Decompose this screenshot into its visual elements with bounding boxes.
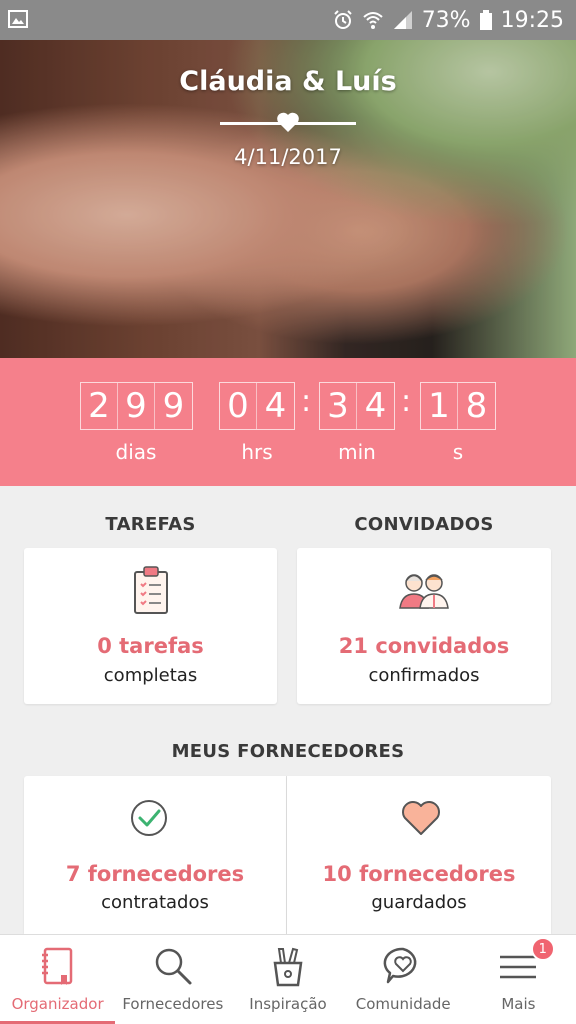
- image-icon: [8, 10, 28, 28]
- countdown-days: 2 9 9: [80, 382, 193, 430]
- signal-icon: [393, 11, 412, 29]
- search-icon: [155, 948, 192, 985]
- nav-label: Fornecedores: [122, 995, 224, 1013]
- pencil-cup-icon: [273, 947, 303, 987]
- countdown-minutes: 3 4: [319, 382, 395, 430]
- tasks-title: TAREFAS: [105, 514, 196, 535]
- wifi-icon: [363, 12, 383, 29]
- heart-icon: [277, 112, 299, 132]
- countdown-hours: 0 4: [219, 382, 295, 430]
- battery-percentage: 73%: [421, 7, 471, 33]
- countdown-seconds: 1 8: [420, 382, 496, 430]
- bottom-navigation: Organizador Fornecedores Inspiração Comu…: [0, 934, 576, 1024]
- nav-inspiracao[interactable]: Inspiração: [230, 935, 345, 1024]
- saved-vendors-card[interactable]: 10 fornecedores guardados: [287, 776, 551, 934]
- saved-vendors-count: 10 fornecedores: [322, 862, 516, 886]
- countdown-separator: :: [301, 384, 312, 419]
- nav-label: Mais: [501, 995, 536, 1013]
- countdown-digit: 3: [320, 383, 357, 429]
- nav-mais[interactable]: 1 Mais: [461, 935, 576, 1024]
- countdown-digit: 4: [364, 386, 387, 426]
- tasks-card[interactable]: 0 tarefas completas: [24, 548, 277, 704]
- countdown-digit: 8: [465, 386, 488, 426]
- countdown-digit: 9: [162, 386, 185, 426]
- nav-fornecedores[interactable]: Fornecedores: [115, 935, 230, 1024]
- nav-comunidade[interactable]: Comunidade: [346, 935, 461, 1024]
- nav-label: Inspiração: [249, 995, 327, 1013]
- countdown-digit: 0: [220, 383, 257, 429]
- alarm-icon: [333, 10, 352, 29]
- countdown-digit: 4: [264, 386, 287, 426]
- guests-icon: [399, 574, 449, 609]
- battery-icon: [479, 10, 492, 30]
- guests-card[interactable]: 21 convidados confirmados: [297, 548, 551, 704]
- check-circle-icon: [131, 800, 167, 836]
- nav-label: Comunidade: [355, 995, 451, 1013]
- countdown-separator: :: [401, 384, 412, 419]
- countdown-digit: 2: [81, 383, 118, 429]
- nav-label: Organizador: [11, 995, 104, 1013]
- vendors-title: MEUS FORNECEDORES: [171, 741, 405, 762]
- heart-icon: [402, 801, 440, 835]
- countdown-label-minutes: min: [338, 440, 376, 464]
- nav-organizador[interactable]: Organizador: [0, 935, 116, 1024]
- chat-heart-icon: [383, 947, 417, 984]
- countdown: 2 9 9 0 4 : 3 4 : 1 8 dias hrs min s: [0, 358, 576, 486]
- hired-vendors-label: contratados: [101, 892, 209, 913]
- countdown-digit: 9: [118, 383, 155, 429]
- hired-vendors-count: 7 fornecedores: [65, 862, 245, 886]
- notebook-icon: [41, 947, 72, 985]
- hired-vendors-card[interactable]: 7 fornecedores contratados: [24, 776, 286, 934]
- guests-title: CONVIDADOS: [354, 514, 494, 535]
- clipboard-icon: [134, 566, 168, 614]
- guests-count: 21 convidados: [338, 634, 510, 658]
- notification-badge: 1: [530, 937, 555, 961]
- tasks-count: 0 tarefas: [97, 634, 204, 658]
- wedding-date: 4/11/2017: [234, 145, 342, 169]
- countdown-label-hours: hrs: [241, 440, 273, 464]
- clock: 19:25: [500, 7, 564, 33]
- countdown-label-seconds: s: [452, 440, 464, 464]
- countdown-digit: 1: [421, 383, 458, 429]
- countdown-label-days: dias: [115, 440, 157, 464]
- guests-label: confirmados: [368, 665, 480, 686]
- status-bar: 73% 19:25: [0, 0, 576, 40]
- couple-names: Cláudia & Luís: [179, 66, 397, 97]
- saved-vendors-label: guardados: [371, 892, 467, 913]
- tasks-label: completas: [103, 665, 198, 686]
